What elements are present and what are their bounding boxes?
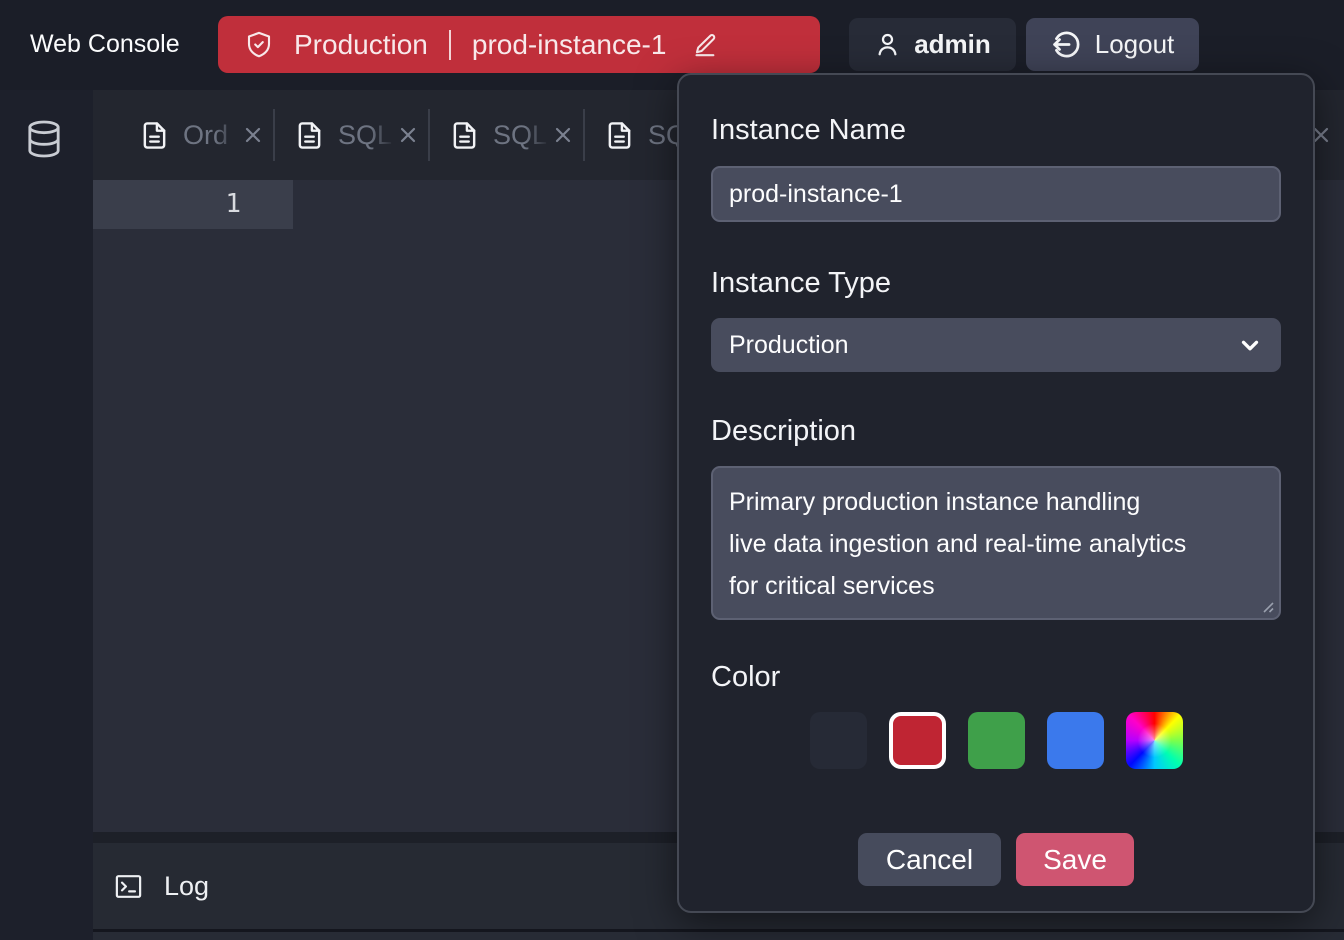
file-text-icon	[450, 121, 479, 150]
user-chip[interactable]: admin	[849, 18, 1016, 71]
logout-label: Logout	[1095, 29, 1175, 60]
tab-label: SQL	[338, 120, 394, 151]
editor-tab[interactable]: SQL	[450, 120, 575, 151]
log-panel-label: Log	[164, 871, 209, 902]
description-text: Primary production instance handlinglive…	[729, 481, 1263, 607]
badge-instance-name: prod-instance-1	[472, 29, 667, 61]
save-button[interactable]: Save	[1016, 833, 1134, 886]
description-label: Description	[711, 414, 1281, 448]
line-number: 1	[225, 189, 241, 219]
modal-actions: Cancel Save	[711, 833, 1281, 886]
file-text-icon	[295, 121, 324, 150]
tab-divider	[273, 109, 275, 161]
description-textarea[interactable]: Primary production instance handlinglive…	[711, 466, 1281, 620]
file-text-icon	[605, 121, 634, 150]
shield-check-icon	[244, 30, 274, 60]
logout-button[interactable]: Logout	[1026, 18, 1199, 71]
instance-type-label: Instance Type	[711, 266, 1281, 300]
color-swatch-row	[711, 712, 1281, 769]
cancel-button[interactable]: Cancel	[858, 833, 1001, 886]
user-icon	[874, 31, 901, 58]
editor-tab[interactable]: SQL	[295, 120, 420, 151]
tab-close-icon[interactable]	[241, 123, 265, 147]
sidebar	[0, 90, 93, 940]
instance-settings-modal: Instance Name Instance Type Production D…	[677, 73, 1315, 913]
color-label: Color	[711, 660, 1281, 694]
logout-arrow-icon	[1051, 29, 1082, 60]
instance-type-value: Production	[729, 331, 849, 360]
tab-close-icon[interactable]	[396, 123, 420, 147]
tab-divider	[428, 109, 430, 161]
app-title: Web Console	[30, 30, 180, 59]
file-text-icon	[140, 121, 169, 150]
instance-name-input[interactable]	[711, 166, 1281, 222]
pencil-icon[interactable]	[692, 31, 719, 58]
color-swatch-default[interactable]	[810, 712, 867, 769]
color-swatch-green[interactable]	[968, 712, 1025, 769]
color-swatch-red[interactable]	[889, 712, 946, 769]
description-line: for critical services	[729, 565, 1263, 607]
resize-handle-icon[interactable]	[1259, 598, 1274, 613]
tab-label: SQL	[493, 120, 549, 151]
instance-type-select[interactable]: Production	[711, 318, 1281, 372]
description-line: Primary production instance handling	[729, 481, 1263, 523]
chevron-down-icon	[1237, 332, 1263, 358]
tab-label: Ord	[183, 120, 239, 151]
badge-environment-label: Production	[294, 29, 428, 61]
editor-tab[interactable]: Ord	[140, 120, 265, 151]
color-swatch-blue[interactable]	[1047, 712, 1104, 769]
database-icon[interactable]	[24, 117, 64, 161]
username: admin	[914, 29, 991, 60]
tab-divider	[583, 109, 585, 161]
bottom-strip	[93, 932, 1344, 940]
description-line: live data ingestion and real-time analyt…	[729, 523, 1263, 565]
tab-close-icon[interactable]	[551, 123, 575, 147]
terminal-icon	[113, 871, 144, 902]
badge-separator	[449, 30, 451, 60]
instance-name-label: Instance Name	[711, 113, 1281, 147]
color-swatch-rainbow[interactable]	[1126, 712, 1183, 769]
active-line-gutter: 1	[93, 180, 293, 229]
instance-badge[interactable]: Production prod-instance-1	[218, 16, 820, 73]
